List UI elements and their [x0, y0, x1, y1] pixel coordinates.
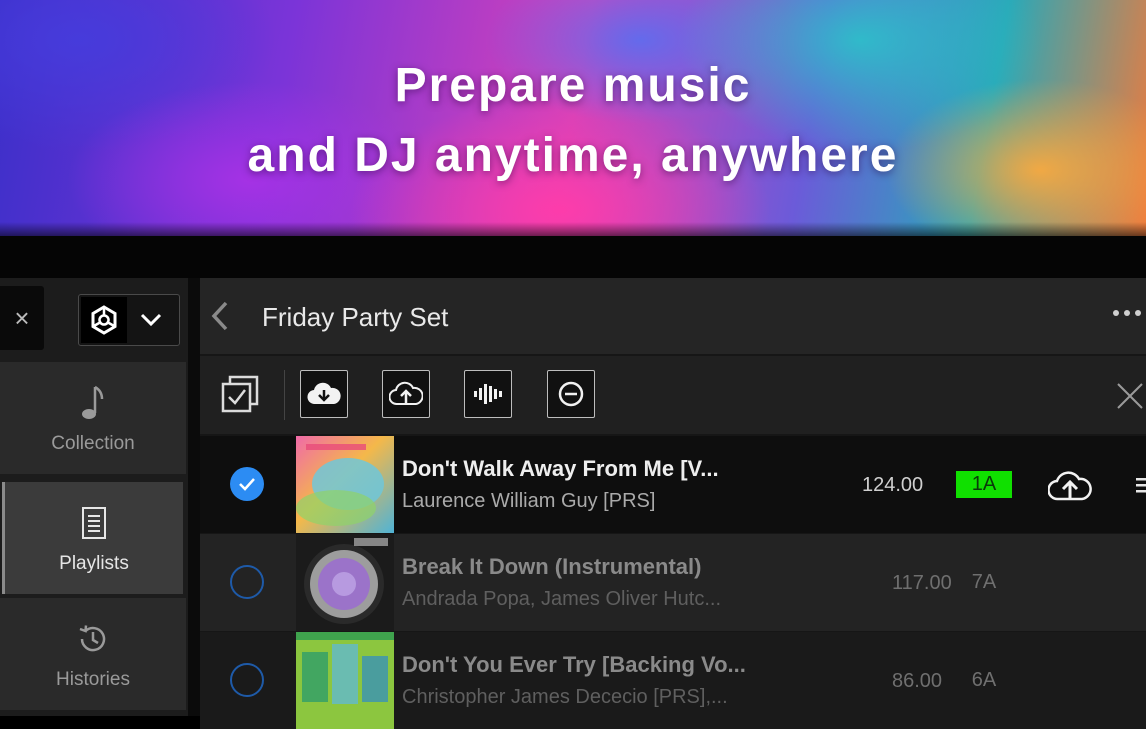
playlist-icon: [80, 501, 108, 545]
library-source-dropdown[interactable]: [78, 294, 180, 346]
more-options-icon[interactable]: [1112, 308, 1146, 318]
track-key-badge: 7A: [971, 571, 997, 593]
sidebar-item-collection[interactable]: Collection: [0, 362, 186, 474]
playlist-header: Friday Party Set: [200, 278, 1146, 354]
device-bezel: [0, 236, 1146, 278]
remove-icon: [558, 381, 584, 407]
checkbox-checked[interactable]: [230, 467, 264, 501]
select-all-icon[interactable]: [220, 374, 260, 414]
sidebar-item-histories[interactable]: Histories: [0, 598, 186, 710]
upload-cloud-icon[interactable]: [1048, 470, 1092, 502]
hero-banner: Prepare music and DJ anytime, anywhere: [0, 0, 1146, 236]
edit-toolbar: [200, 356, 1146, 434]
track-bpm: 117.00: [892, 572, 952, 594]
track-key-badge: 1A: [956, 471, 1012, 498]
sidebar-item-label: Histories: [56, 669, 130, 690]
analyze-button[interactable]: [464, 370, 512, 418]
checkbox-unchecked[interactable]: [230, 663, 264, 697]
close-icon: ×: [14, 302, 30, 333]
toolbar-divider: [284, 370, 285, 420]
close-icon[interactable]: [1114, 380, 1146, 412]
music-note-icon: [78, 381, 108, 425]
track-title: Don't Walk Away From Me [V...: [402, 456, 719, 481]
back-chevron-icon[interactable]: [208, 300, 232, 332]
app-screen: × Collection Playlists Histories Friday …: [0, 236, 1146, 729]
upload-button[interactable]: [382, 370, 430, 418]
track-bpm: 124.00: [862, 474, 924, 496]
track-title: Break It Down (Instrumental): [402, 554, 702, 579]
checkbox-unchecked[interactable]: [230, 565, 264, 599]
track-artist: Andrada Popa, James Oliver Hutc...: [402, 588, 722, 610]
track-title: Don't You Ever Try [Backing Vo...: [402, 652, 746, 677]
track-bpm: 86.00: [892, 670, 943, 692]
track-row[interactable]: Don't Walk Away From Me [V... Laurence W…: [200, 436, 1146, 533]
album-art: [296, 436, 394, 533]
chevron-down-icon: [140, 313, 162, 327]
sidebar-item-label: Playlists: [59, 553, 129, 574]
sidebar: × Collection Playlists Histories: [0, 278, 188, 716]
close-button[interactable]: ×: [0, 286, 44, 350]
download-button[interactable]: [300, 370, 348, 418]
track-row[interactable]: Don't You Ever Try [Backing Vo... Christ…: [200, 632, 1146, 729]
sidebar-item-playlists[interactable]: Playlists: [2, 482, 183, 594]
playlist-panel: Friday Party Set Don't Walk Away From Me…: [200, 278, 1146, 729]
track-artist: Christopher James Dececio [PRS],...: [402, 686, 728, 708]
rekordbox-logo-icon: [81, 297, 127, 343]
track-row[interactable]: Break It Down (Instrumental) Andrada Pop…: [200, 534, 1146, 631]
checkmark-icon: [239, 478, 255, 491]
drag-handle-icon[interactable]: [1134, 476, 1146, 494]
waveform-icon: [474, 384, 502, 404]
sidebar-item-label: Collection: [51, 433, 135, 454]
history-icon: [76, 617, 110, 661]
upload-cloud-icon: [389, 381, 423, 405]
hero-headline-line-1: Prepare music: [394, 59, 752, 112]
album-art: [296, 534, 394, 631]
album-art: [296, 632, 394, 729]
remove-button[interactable]: [547, 370, 595, 418]
page-title: Friday Party Set: [262, 302, 449, 332]
track-artist: Laurence William Guy [PRS]: [402, 490, 656, 512]
hero-headline-line-2: and DJ anytime, anywhere: [247, 129, 899, 182]
download-cloud-icon: [307, 382, 341, 405]
track-key-badge: 6A: [971, 669, 997, 691]
